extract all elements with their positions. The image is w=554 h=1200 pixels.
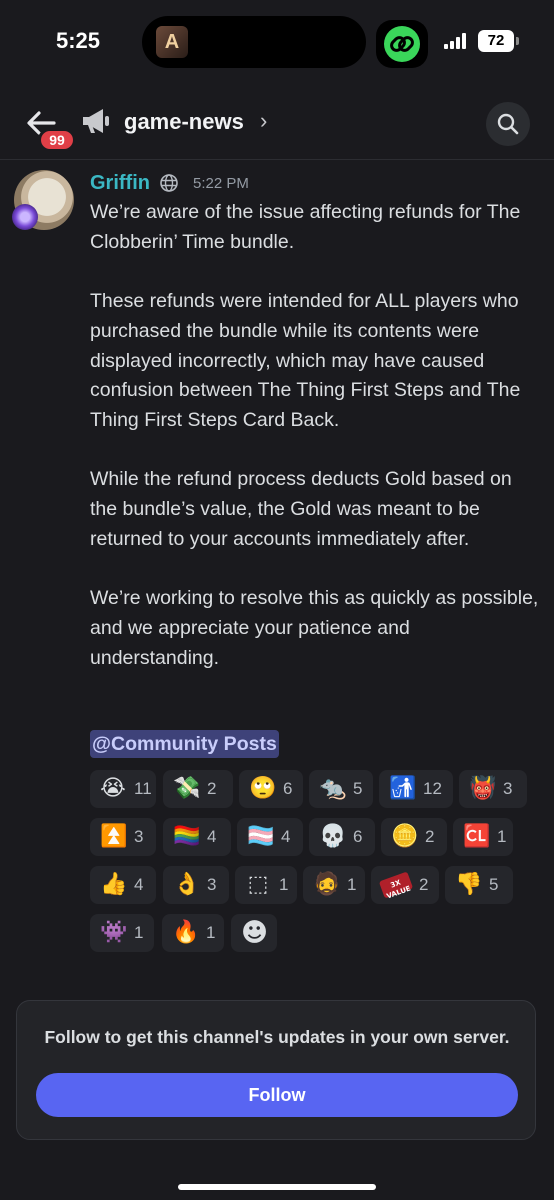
reaction-count: 6 — [283, 779, 293, 798]
reaction-count: 1 — [134, 923, 144, 942]
message-paragraph: While the refund process deducts Gold ba… — [90, 468, 512, 550]
reaction-count: 1 — [497, 827, 507, 846]
reaction-count: 4 — [134, 875, 144, 894]
channel-header: 99 game-news › — [0, 90, 554, 160]
cl-button-emoji-icon: 🆑 — [463, 824, 491, 849]
reaction-count: 4 — [207, 827, 217, 846]
gold-bar-emoji-icon: 🪙 — [391, 824, 419, 849]
reaction-chip[interactable]: 🚮 12 — [379, 770, 453, 808]
reaction-chip[interactable]: 💀 6 — [309, 818, 375, 856]
follow-prompt-text: Follow to get this channel's updates in … — [44, 1027, 510, 1047]
message-header: Griffin 5:22 PM — [90, 170, 249, 196]
reaction-chip[interactable]: 👾 1 — [90, 914, 154, 952]
reaction-chip[interactable]: ⏫ 3 — [90, 818, 156, 856]
reaction-count: 11 — [134, 779, 152, 798]
reaction-chip[interactable]: 👎 5 — [445, 866, 513, 904]
reaction-count: 2 — [207, 779, 217, 798]
fire-emoji-icon: 🔥 — [172, 920, 200, 945]
status-bar: 5:25 A 72 — [0, 0, 554, 90]
reaction-chip[interactable]: 👍 4 — [90, 866, 156, 904]
reaction-chip[interactable]: 🪙 2 — [381, 818, 447, 856]
reaction-count: 1 — [347, 875, 357, 894]
thumbs-up-emoji-icon: 👍 — [100, 872, 128, 897]
search-button[interactable] — [486, 102, 530, 146]
reaction-chip[interactable]: 🏳️‍🌈 4 — [163, 818, 231, 856]
reaction-chip[interactable]: ⬚ 1 — [235, 866, 297, 904]
devil-mask-emoji-icon: 👹 — [469, 776, 497, 801]
trans-flag-emoji-icon: 🏳️‍⚧️ — [247, 824, 275, 849]
reaction-count: 3 — [207, 875, 217, 894]
custom-character-emoji-icon: 👾 — [100, 920, 128, 945]
cellular-signal-icon — [444, 33, 470, 49]
globe-icon — [160, 174, 178, 192]
3x-value-sticker-icon: 3X VALUE — [378, 871, 414, 901]
reaction-count: 3 — [503, 779, 513, 798]
follow-button[interactable]: Follow — [36, 1073, 518, 1117]
author-name[interactable]: Griffin — [90, 172, 150, 195]
rainbow-flag-emoji-icon: 🏳️‍🌈 — [173, 824, 201, 849]
reaction-count: 2 — [419, 875, 429, 894]
reaction-chip[interactable]: 🆑 1 — [453, 818, 513, 856]
follow-channel-panel: Follow to get this channel's updates in … — [16, 1000, 536, 1140]
reaction-chip[interactable]: 🙄 6 — [239, 770, 303, 808]
message-paragraph: These refunds were intended for ALL play… — [90, 290, 521, 431]
message-body: We’re aware of the issue affecting refun… — [90, 198, 540, 703]
message-paragraph: We’re aware of the issue affecting refun… — [90, 201, 521, 253]
search-icon — [497, 113, 519, 135]
reaction-chip[interactable]: 🐀 5 — [309, 770, 373, 808]
battery-icon: 72 — [478, 30, 514, 52]
message-paragraph: We’re working to resolve this as quickly… — [90, 587, 539, 669]
channel-title[interactable]: game-news — [124, 109, 244, 135]
now-playing-thumbnail[interactable]: A — [156, 26, 188, 58]
reaction-count: 4 — [281, 827, 291, 846]
announcement-megaphone-icon — [80, 106, 112, 136]
eye-roll-emoji-icon: 🙄 — [249, 776, 277, 801]
thumbs-down-emoji-icon: 👎 — [455, 872, 483, 897]
reaction-count: 6 — [353, 827, 363, 846]
ok-hand-emoji-icon: 👌 — [173, 872, 201, 897]
link-app-icon[interactable] — [376, 20, 428, 68]
role-mention[interactable]: @Community Posts — [90, 730, 279, 758]
reaction-count: 12 — [423, 779, 442, 798]
chevron-right-icon[interactable]: › — [260, 108, 267, 134]
avatar-decoration — [12, 204, 38, 230]
custom-face-emoji-icon: 🧔 — [313, 872, 341, 897]
unread-badge: 99 — [38, 128, 76, 152]
reaction-chip[interactable]: 🏳️‍⚧️ 4 — [237, 818, 303, 856]
rank-up-emoji-icon: ⏫ — [100, 824, 128, 849]
reaction-chip[interactable]: 😭 11 — [90, 770, 156, 808]
reaction-count: 2 — [425, 827, 435, 846]
home-indicator[interactable] — [178, 1184, 376, 1190]
money-emoji-icon: 💸 — [173, 776, 201, 801]
skull-emoji-icon: 💀 — [319, 824, 347, 849]
reaction-count: 1 — [206, 923, 216, 942]
reaction-count: 5 — [489, 875, 499, 894]
reaction-count: 5 — [353, 779, 363, 798]
rat-emoji-icon: 🐀 — [319, 776, 347, 801]
reaction-chip[interactable]: 👹 3 — [459, 770, 527, 808]
add-reaction-button[interactable]: ☻ — [231, 914, 277, 952]
reaction-chip[interactable]: 💸 2 — [163, 770, 233, 808]
dynamic-island[interactable]: A — [142, 16, 366, 68]
reaction-chip[interactable]: 👌 3 — [163, 866, 229, 904]
add-reaction-smiley-icon: ☻ — [241, 918, 269, 948]
loudly-crying-emoji-icon: 😭 — [100, 776, 126, 801]
reaction-chip[interactable]: 3X VALUE 2 — [371, 866, 439, 904]
message-timestamp: 5:22 PM — [193, 174, 249, 192]
reaction-chip[interactable]: 🔥 1 — [162, 914, 224, 952]
reaction-count: 1 — [279, 875, 289, 894]
status-time: 5:25 — [56, 28, 101, 53]
reaction-count: 3 — [134, 827, 144, 846]
reaction-chip[interactable]: 🧔 1 — [303, 866, 365, 904]
battery-tip — [516, 37, 519, 45]
dotted-square-emoji-icon: ⬚ — [247, 872, 269, 897]
trash-emoji-icon: 🚮 — [389, 776, 417, 801]
